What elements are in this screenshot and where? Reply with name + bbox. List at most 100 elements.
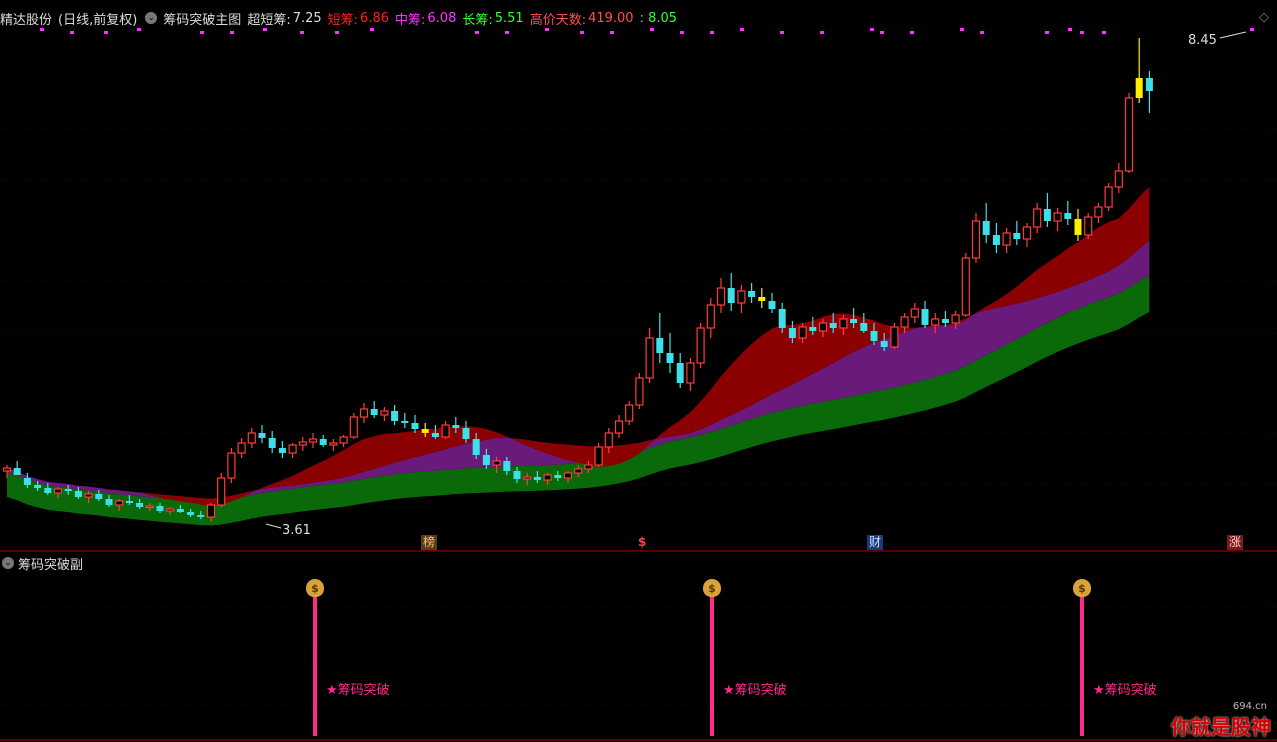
candle-body (880, 341, 888, 347)
signal-dot (1102, 31, 1106, 34)
signal-dot (710, 31, 714, 34)
candle-body (492, 460, 501, 466)
event-tag-label: 榜 (423, 535, 436, 549)
candle-body (1145, 78, 1153, 91)
candle-body (563, 472, 573, 479)
signal-dot (870, 28, 874, 31)
candle-body (716, 287, 726, 306)
candle-body (105, 499, 113, 505)
candle-body (982, 221, 990, 235)
event-tag-label: 涨 (1229, 535, 1242, 549)
candle-body (604, 432, 613, 448)
event-tag-zhang[interactable]: 涨 (1227, 535, 1244, 550)
signal-dot (1250, 28, 1254, 31)
signal-dot (545, 28, 549, 31)
candle-body (1022, 226, 1032, 240)
long-value: 5.51 (494, 10, 524, 26)
signal-dot (370, 28, 374, 31)
candle-body (95, 494, 103, 499)
candle-body (809, 327, 817, 331)
candle-body (543, 474, 552, 481)
signal-dot (104, 31, 108, 34)
chevron-down-icon[interactable]: ⌄ (2, 557, 14, 569)
candle-body (594, 446, 603, 466)
high-days-extra: : 8.05 (639, 10, 678, 26)
money-bag-icon: $ (703, 579, 721, 597)
signal-dot (1068, 28, 1072, 31)
breakout-signal-bar (1080, 596, 1084, 736)
candle-body (850, 319, 858, 323)
event-tag-label: $ (638, 535, 647, 549)
sub-panel-title[interactable]: 筹码突破副 (18, 554, 83, 573)
watermark-logo: 你就是股神 (1171, 715, 1271, 739)
event-tag-bang[interactable]: 榜 (421, 535, 438, 550)
event-tag-cai[interactable]: 财 (867, 535, 884, 550)
candle-body (482, 455, 490, 465)
signal-dot (263, 28, 267, 31)
candle-body (768, 301, 776, 309)
candle-body (288, 444, 297, 454)
candle-body (931, 318, 940, 326)
low-price-arrow (265, 523, 282, 529)
signal-label: ★筹码突破 (326, 683, 390, 698)
candle-body (452, 425, 460, 428)
candle-body (2, 467, 12, 472)
candle-body (971, 220, 981, 259)
candle-body (727, 288, 735, 303)
signal-dot (137, 28, 141, 31)
candle-body (349, 416, 358, 438)
chevron-down-icon[interactable]: ⌄ (145, 12, 158, 24)
candle-body (197, 515, 205, 517)
diamond-icon[interactable]: ◇ (1259, 10, 1269, 25)
candle-body (44, 488, 52, 493)
short-value: 6.86 (360, 10, 389, 26)
candle-body (339, 436, 348, 444)
candle-body (380, 410, 389, 416)
candle-body (513, 471, 521, 479)
high-price-arrow (1219, 31, 1247, 39)
mid-value: 6.08 (427, 10, 457, 26)
sub-panel-header: ⌄ 筹码突破副 (0, 554, 83, 573)
period-label: (日线,前复权) (58, 12, 138, 28)
signal-dot (200, 31, 204, 34)
super-short-value: 7.25 (292, 10, 322, 26)
candle-body (1104, 186, 1113, 208)
candle-body (1043, 209, 1051, 221)
candle-body (1013, 233, 1021, 239)
stock-name[interactable]: 精达股份 (0, 9, 52, 28)
signal-dot (230, 31, 234, 34)
candle-body (145, 505, 154, 509)
sub-panel-signals (313, 596, 1084, 736)
high-days-label: 高价天数: (529, 12, 587, 28)
indicator-name[interactable]: 筹码突破主图 (163, 9, 241, 28)
signal-dot (610, 31, 614, 34)
signal-dot (475, 31, 479, 34)
candle-body (23, 478, 31, 485)
candle-body (706, 304, 715, 329)
candle-body (136, 503, 144, 507)
candle-body (992, 235, 1000, 245)
candle-body (258, 433, 266, 438)
candle-body (748, 291, 756, 297)
signal-dot (740, 28, 744, 31)
candle-body (84, 493, 93, 498)
candle-body (870, 331, 878, 341)
signal-dot (780, 31, 784, 34)
candle-body (625, 404, 634, 422)
candle-body (391, 411, 399, 421)
candle-body (74, 491, 82, 497)
candle-body (217, 477, 226, 506)
long-label: 长筹: (462, 12, 493, 28)
candle-body (166, 508, 175, 512)
money-bag-icon: $ (306, 579, 324, 597)
event-tag-label: 财 (869, 535, 882, 549)
kline-chart[interactable]: 8.45 3.61 (0, 0, 1277, 742)
bag-symbol: $ (311, 582, 319, 595)
event-tag-dollar[interactable]: $ (636, 535, 648, 550)
signal-label: ★筹码突破 (723, 683, 787, 698)
candle-body (635, 377, 644, 406)
candle-body (431, 433, 439, 437)
candle-body (319, 439, 327, 445)
candle-body (860, 323, 868, 331)
candle-body (818, 322, 828, 332)
